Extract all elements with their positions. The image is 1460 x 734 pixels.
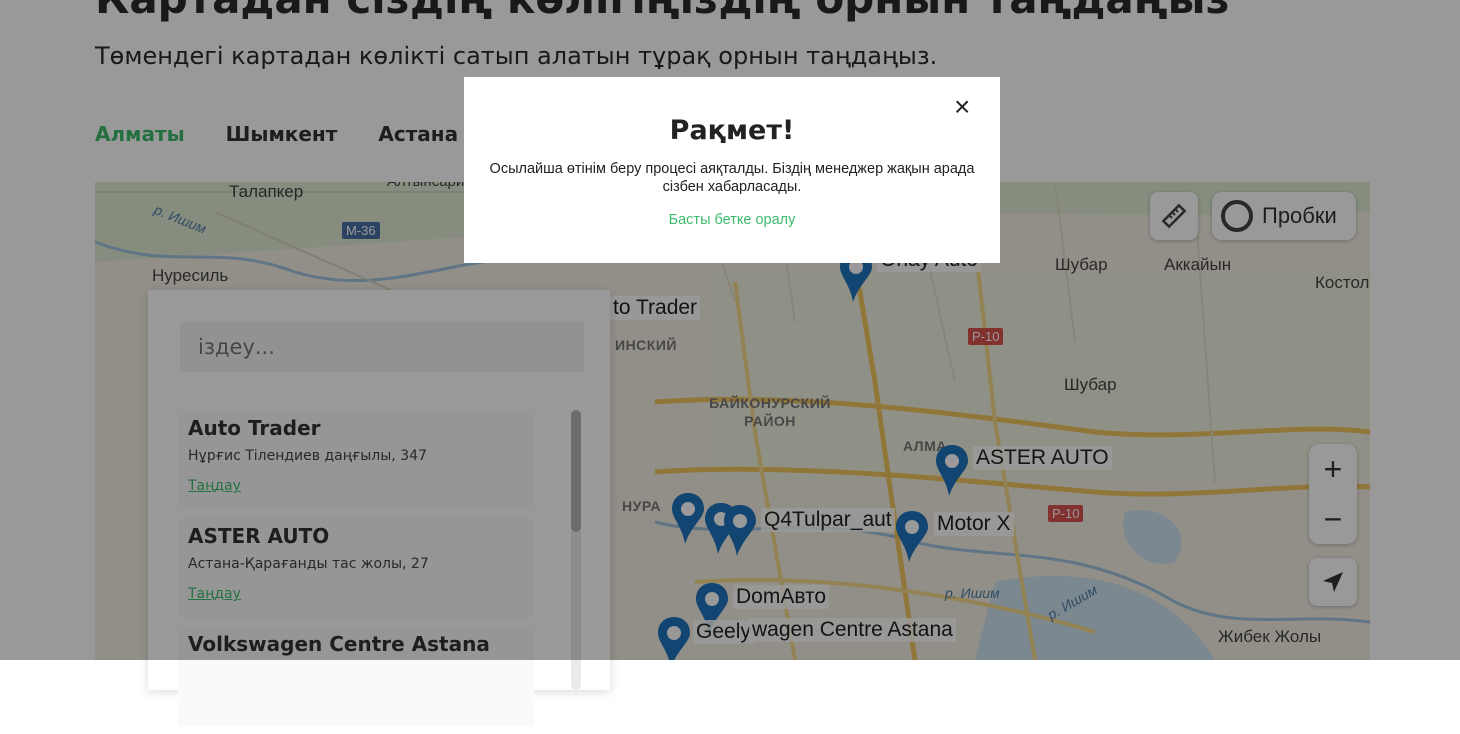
modal-message: Осылайша өтінім беру процесі аяқталды. Б… <box>489 161 975 195</box>
modal-title: Рақмет! <box>669 115 795 146</box>
close-icon[interactable]: × <box>954 93 970 121</box>
thank-you-modal: × Рақмет! Осылайша өтінім беру процесі а… <box>464 77 1000 263</box>
home-link[interactable]: Басты бетке оралу <box>669 212 796 228</box>
